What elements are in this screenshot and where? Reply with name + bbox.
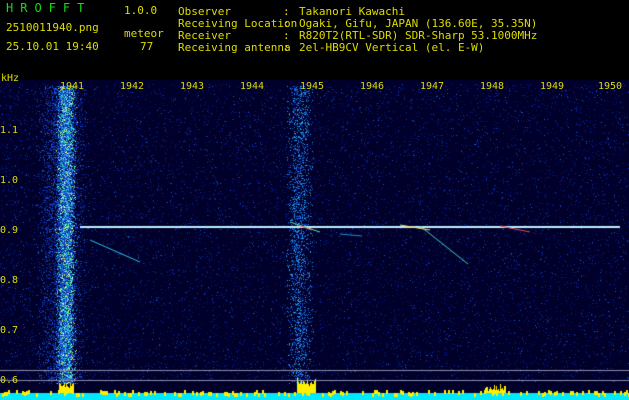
x-tick-label: 1943 <box>180 81 205 92</box>
x-tick-label: 1942 <box>120 81 145 92</box>
date-time: 25.10.01 19:40 <box>6 40 99 53</box>
x-tick-label: 1949 <box>540 81 565 92</box>
app-name: HROFFT <box>6 1 92 15</box>
count-label: meteor <box>124 27 164 40</box>
app-version: 1.0.0 <box>124 4 158 17</box>
y-axis-unit: kHz <box>1 73 20 84</box>
antenna-value: 2el-HB9CV Vertical (el. E-W) <box>299 41 485 54</box>
y-tick-label: 1.0 <box>0 175 19 186</box>
antenna-colon: : <box>283 41 290 54</box>
y-tick-label: 0.6 <box>0 375 19 386</box>
count-value: 77 <box>140 40 154 53</box>
file-name: 2510011940.png <box>6 21 99 34</box>
x-tick-label: 1944 <box>240 81 265 92</box>
antenna-key: Receiving antenna <box>178 41 291 54</box>
x-tick-label: 1948 <box>480 81 505 92</box>
y-tick-label: 0.7 <box>0 325 19 336</box>
header-panel: HROFFT 1.0.0 2510011940.png meteor 25.10… <box>0 0 629 80</box>
spectrogram-axes: kHz 1941 1942 1943 1944 1945 1946 1947 1… <box>0 73 629 400</box>
y-tick-label: 0.9 <box>0 225 19 236</box>
x-tick-label: 1946 <box>360 81 385 92</box>
y-tick-label: 0.8 <box>0 275 19 286</box>
x-tick-label: 1947 <box>420 81 445 92</box>
x-tick-label: 1950 <box>598 81 623 92</box>
x-tick-label: 1941 <box>60 81 85 92</box>
x-tick-label: 1945 <box>300 81 325 92</box>
y-tick-label: 1.1 <box>0 125 19 136</box>
